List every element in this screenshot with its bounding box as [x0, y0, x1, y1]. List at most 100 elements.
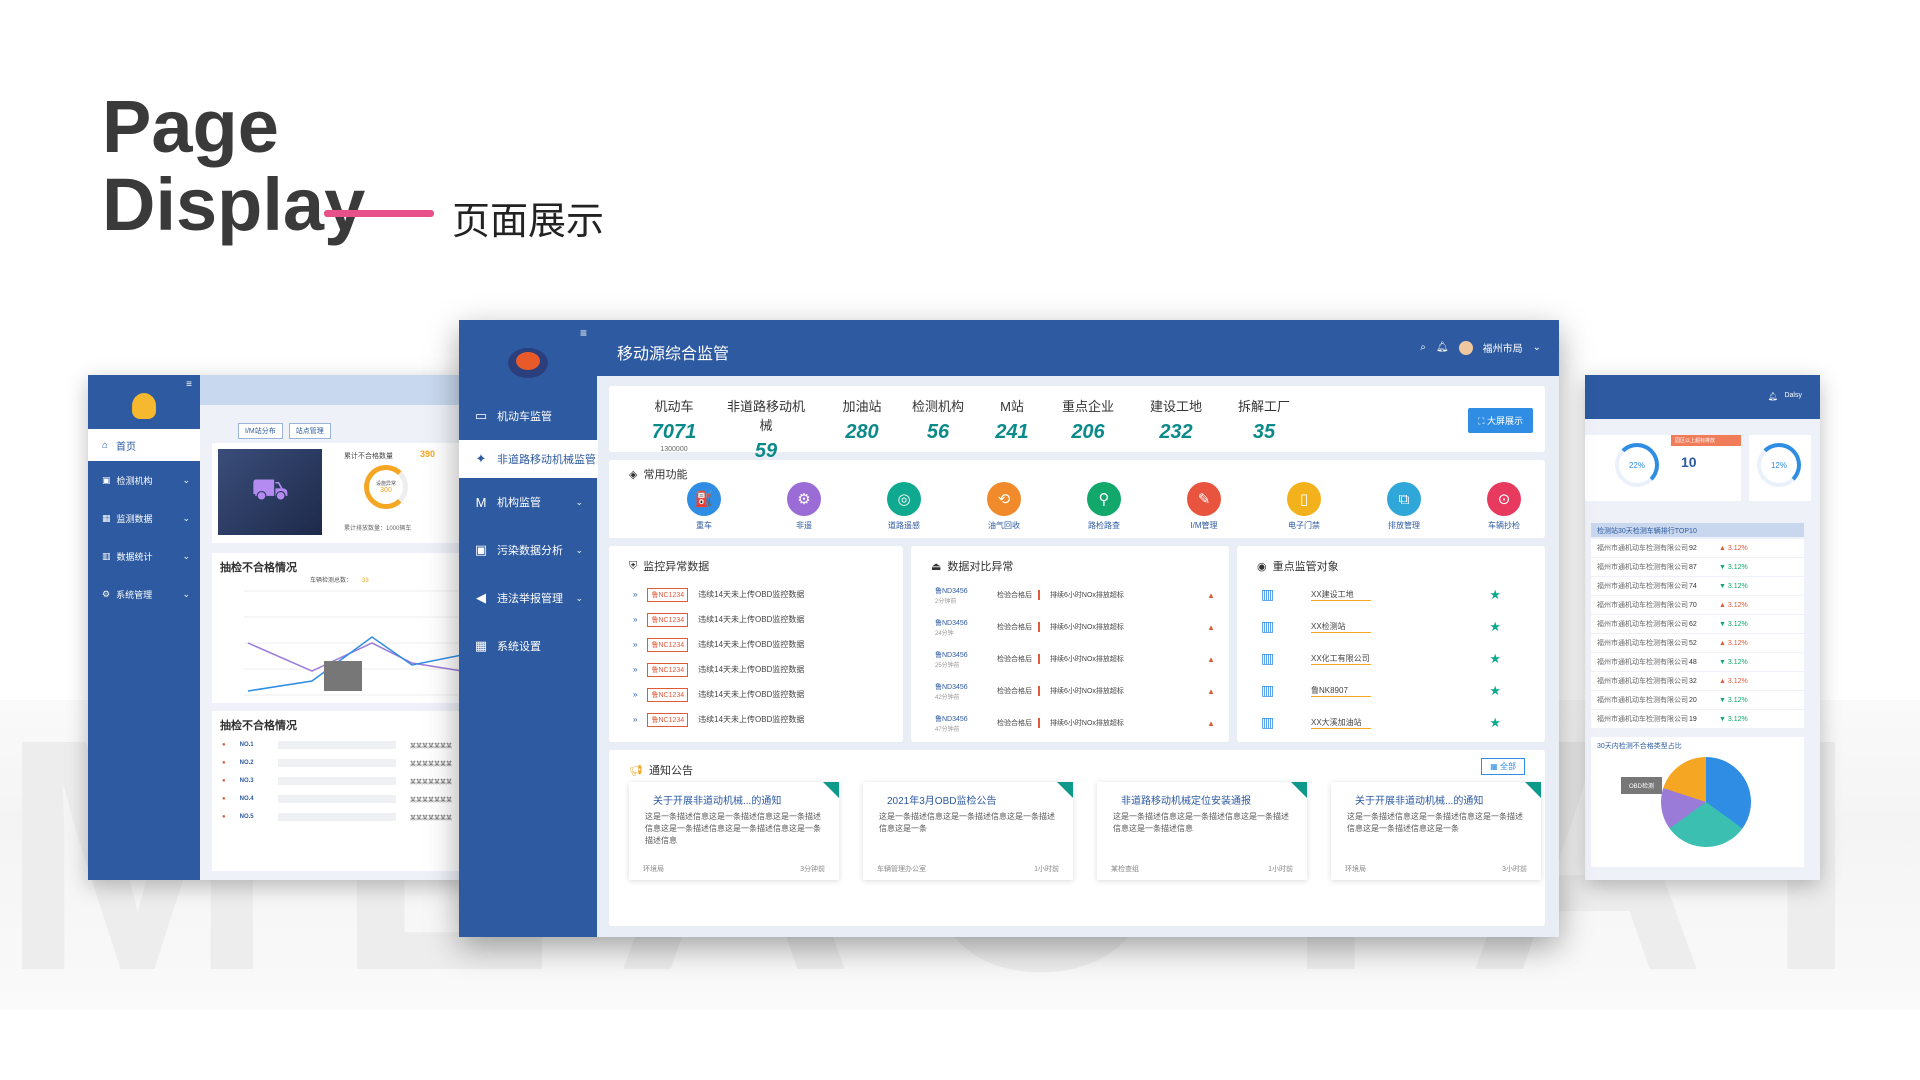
plate-number: 鲁NC1234	[647, 687, 689, 702]
notice-footer: 环境局 3分钟前	[643, 864, 825, 874]
function-item[interactable]: ⊙ 车辆抄检	[1469, 482, 1539, 531]
star-icon[interactable]: ★	[1489, 651, 1501, 667]
table-row: 福州市通机动车检测有限公司 48 ▼ 3.12%	[1591, 653, 1804, 671]
notice-card[interactable]: 关于开展非道动机械...的通知 这是一条描述信息这是一条描述信息这是一条描述信息这…	[629, 782, 839, 880]
function-label: 道路遥感	[888, 521, 920, 530]
section-title-text: 监控异常数据	[643, 561, 710, 573]
notice-card[interactable]: 2021年3月OBD监检公告 这是一条描述信息这是一条描述信息这是一条描述信息这是…	[863, 782, 1073, 880]
list-item[interactable]: 鲁ND3456 25分钟前 检验合格后 排续6小时NOx排放超标 ▲	[935, 644, 1215, 674]
sidebar-item-1[interactable]: ✦ 非道路移动机械监管	[459, 440, 598, 478]
stat-item[interactable]: 机动车 7071 1300000	[629, 396, 719, 453]
sidebar-item-label: 非道路移动机械监管	[497, 454, 596, 466]
chevron-down-icon: ⌄	[575, 496, 583, 507]
org-name: 福州市通机动车检测有限公司	[1597, 716, 1688, 723]
sidebar-item-label: 系统设置	[497, 641, 541, 653]
list-item[interactable]: 鲁ND3456 47分钟前 检验合格后 排续6小时NOx排放超标 ▲	[935, 708, 1215, 738]
star-icon[interactable]: ★	[1489, 587, 1501, 603]
list-item[interactable]: ▥ 鲁NK8907 ★	[1261, 678, 1531, 703]
list-item[interactable]: ▥ XX化工有限公司 ★	[1261, 646, 1531, 671]
gauge: 设施异常 300	[364, 465, 408, 509]
list-item[interactable]: ▥ XX建设工地 ★	[1261, 582, 1531, 607]
list-item[interactable]: 鲁ND3456 24分钟 检验合格后 排续6小时NOx排放超标 ▲	[935, 612, 1215, 642]
notice-title: 2021年3月OBD监检公告	[887, 796, 997, 807]
sidebar-item-system[interactable]: ⚙ 系统管理 ⌄	[88, 575, 200, 613]
plate-number: 鲁ND3456	[935, 715, 968, 723]
function-item[interactable]: ⛽ 重车	[669, 482, 739, 531]
row-count: 19	[1689, 715, 1697, 723]
notice-card[interactable]: 非道路移动机械定位安装通报 这是一条描述信息这是一条描述信息这是一条描述信息这是一…	[1097, 782, 1307, 880]
building-icon: ▥	[1261, 682, 1275, 698]
warning-icon: ▲	[1207, 590, 1215, 600]
star-icon[interactable]: ★	[1489, 715, 1501, 731]
function-label: 车辆抄检	[1488, 521, 1520, 530]
target-name: XX大溪加油站	[1311, 717, 1371, 729]
function-item[interactable]: ◎ 道路遥感	[869, 482, 939, 531]
sidebar-item-2[interactable]: M 机构监管 ⌄	[459, 478, 597, 526]
table-row: 福州市通机动车检测有限公司 70 ▲ 3.12%	[1591, 596, 1804, 614]
function-item[interactable]: ⟲ 油气回收	[969, 482, 1039, 531]
function-item[interactable]: ⚙ 非遥	[769, 482, 839, 531]
chart-tooltip	[324, 661, 362, 691]
bell-icon[interactable]: 🔔︎	[1436, 342, 1449, 353]
tab-im-distribution[interactable]: I/M站分布	[238, 423, 283, 439]
row-count: 32	[1689, 677, 1697, 685]
sidebar-item-org[interactable]: ▣ 检测机构 ⌄	[88, 461, 200, 499]
star-icon[interactable]: ★	[1489, 683, 1501, 699]
list-item[interactable]: » 鲁NC1234 违续14天未上传OBD监控数据	[633, 682, 889, 707]
list-item[interactable]: » 鲁NC1234 违续14天未上传OBD监控数据	[633, 707, 889, 732]
bell-icon[interactable]: 🔔︎	[1768, 392, 1778, 401]
function-item[interactable]: ⧉ 排放管理	[1369, 482, 1439, 531]
list-item[interactable]: 鲁ND3456 2分钟前 检验合格后 排续6小时NOx排放超标 ▲	[935, 580, 1215, 610]
notice-card[interactable]: 关于开展非道动机械...的通知 这是一条描述信息这是一条描述信息这是一条描述信息这…	[1331, 782, 1541, 880]
function-icon: ⊙	[1487, 482, 1521, 516]
check-text: 检验合格后	[997, 654, 1040, 664]
sidebar-item-5[interactable]: ▦ 系统设置	[459, 622, 597, 670]
sidebar-item-data[interactable]: ▦ 监测数据 ⌄	[88, 499, 200, 537]
menu-icon[interactable]: ≡	[186, 379, 192, 390]
sidebar-item-home[interactable]: ⌂ 首页	[88, 429, 200, 461]
function-item[interactable]: ▯ 电子门禁	[1269, 482, 1339, 531]
sidebar-item-3[interactable]: ▣ 污染数据分析 ⌄	[459, 526, 597, 574]
main-sidebar: ≡ ▭ 机动车监管 ✦ 非道路移动机械监管 M 机构监管 ⌄ ▣ 污染数据分析 ⌄ ◀ 违法举报管理 ⌄…	[459, 320, 598, 937]
nav-icon: ▣	[474, 542, 488, 557]
chevron-down-icon[interactable]: ⌄	[1533, 342, 1541, 353]
functions-card: ◈ 常用功能 ⛽ 重车 ⚙ 非遥 ◎ 道路遥感 ⟲ 油气回收 ⚲ 路检路查 ✎ I/M管理 ▯ 电子门禁 ⧉ 排…	[609, 460, 1545, 538]
plate-block: 鲁ND3456 42分钟前	[935, 682, 987, 701]
main-header: 移动源综合监管 ⌕ 🔔︎ 福州市局 ⌄	[597, 320, 1559, 376]
list-item[interactable]: ▥ XX检测站 ★	[1261, 614, 1531, 639]
plate-block: 鲁ND3456 47分钟前	[935, 714, 987, 733]
search-icon[interactable]: ⌕	[1420, 342, 1426, 353]
tab-station-management[interactable]: 站点管理	[288, 423, 331, 439]
stat-item[interactable]: 重点企业 206	[1043, 396, 1133, 446]
menu-icon[interactable]: ≡	[580, 326, 587, 340]
list-item[interactable]: » 鲁NC1234 违续14天未上传OBD监控数据	[633, 657, 889, 682]
notice-time: 1小时前	[1034, 866, 1059, 873]
building-icon: ▥	[1261, 650, 1275, 666]
sidebar-item-label: 检测机构	[116, 475, 153, 486]
panel-title: 抽检不合格情况	[220, 720, 297, 732]
sidebar-item-4[interactable]: ◀ 违法举报管理 ⌄	[459, 574, 597, 622]
star-icon[interactable]: ★	[1489, 619, 1501, 635]
header-tools: ⌕ 🔔︎ 福州市局 ⌄	[1420, 340, 1541, 355]
building-icon: ▥	[1261, 586, 1275, 602]
section-title: ◈ 常用功能	[629, 466, 687, 482]
right-topbar: 🔔︎ Dalsy	[1585, 375, 1820, 419]
stat-item[interactable]: 建设工地 232	[1131, 396, 1221, 446]
rank-dot: ●	[222, 778, 226, 784]
sidebar-item-0[interactable]: ▭ 机动车监管	[459, 392, 597, 440]
list-item[interactable]: » 鲁NC1234 违续14天未上传OBD监控数据	[633, 632, 889, 657]
right-user-name[interactable]: Dalsy	[1784, 392, 1802, 399]
sidebar-item-stats[interactable]: ▥ 数据统计 ⌄	[88, 537, 200, 575]
function-item[interactable]: ✎ I/M管理	[1169, 482, 1239, 531]
avatar[interactable]	[1458, 340, 1473, 355]
rank-no: NO.1	[239, 742, 254, 748]
list-item[interactable]: » 鲁NC1234 违续14天未上传OBD监控数据	[633, 582, 889, 607]
big-screen-button[interactable]: ⛶ 大屏展示	[1468, 408, 1533, 433]
list-item[interactable]: ▥ XX大溪加油站 ★	[1261, 710, 1531, 735]
list-item[interactable]: 鲁ND3456 42分钟前 检验合格后 排续6小时NOx排放超标 ▲	[935, 676, 1215, 706]
list-item[interactable]: » 鲁NC1234 违续14天未上传OBD监控数据	[633, 607, 889, 632]
view-all-button[interactable]: ▦ 全部	[1481, 758, 1525, 775]
stat-item[interactable]: 拆解工厂 35	[1219, 396, 1309, 446]
user-name[interactable]: 福州市局	[1483, 340, 1523, 355]
function-item[interactable]: ⚲ 路检路查	[1069, 482, 1139, 531]
